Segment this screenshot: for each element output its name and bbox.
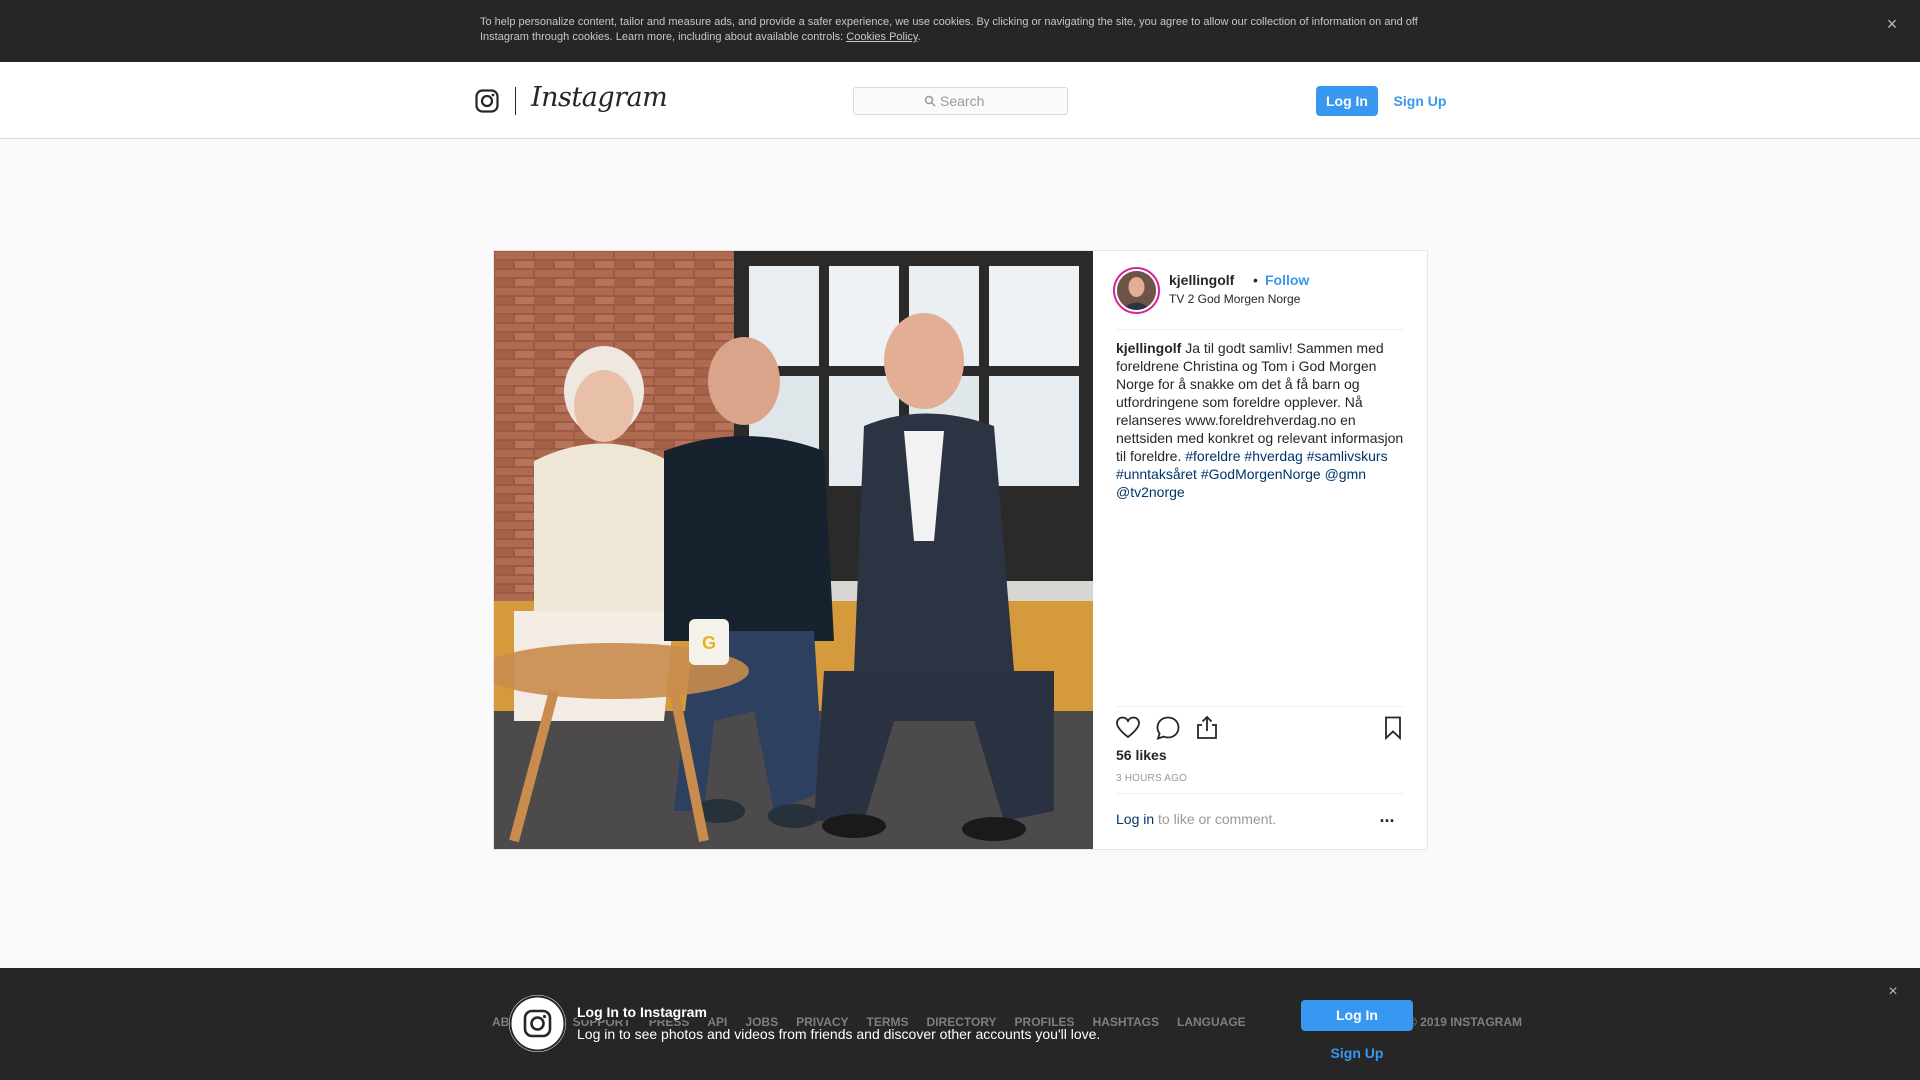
divider (1116, 793, 1403, 794)
separator-dot: • (1253, 272, 1258, 288)
hashtag-link[interactable]: #hverdag (1244, 448, 1302, 464)
search-input[interactable] (940, 92, 1060, 110)
post-sidebar: kjellingolf • Follow TV 2 God Morgen Nor… (1093, 251, 1428, 849)
mention-link[interactable]: @tv2norge (1116, 484, 1185, 500)
hashtag-link[interactable]: #GodMorgenNorge (1201, 466, 1321, 482)
mention-link[interactable]: @gmn (1325, 466, 1366, 482)
close-icon[interactable]: × (1882, 14, 1902, 34)
post-timestamp[interactable]: 3 HOURS AGO (1116, 773, 1187, 784)
more-options-icon[interactable]: ... (1375, 807, 1399, 827)
cookie-banner: To help personalize content, tailor and … (0, 0, 1920, 62)
cookie-period: . (917, 31, 921, 43)
post-image: G (494, 251, 1093, 849)
login-bar-title: Log In to Instagram (577, 1004, 711, 1020)
cookie-message: To help personalize content, tailor and … (480, 16, 1418, 43)
comment-icon[interactable] (1154, 714, 1182, 742)
cookies-policy-link[interactable]: Cookies Policy (846, 31, 917, 43)
caption-text: Ja til godt samliv! Sammen med foreldren… (1116, 340, 1404, 464)
close-icon[interactable]: × (1883, 982, 1903, 1002)
login-bar-signup-button[interactable]: Sign Up (1301, 1041, 1413, 1065)
post-photo[interactable]: G (494, 251, 1093, 849)
search-box[interactable] (853, 87, 1068, 115)
avatar[interactable] (1113, 267, 1160, 314)
login-bar: ABOUT USSUPPORTPRESSAPIJOBSPRIVACYTERMSD… (0, 968, 1920, 1080)
footer-link[interactable]: LANGUAGE (1177, 1015, 1246, 1029)
avatar-image (1117, 271, 1156, 310)
divider (1116, 706, 1403, 707)
instagram-wordmark[interactable]: Instagram (531, 82, 668, 113)
svg-text:G: G (702, 633, 716, 653)
divider (1116, 329, 1403, 330)
copyright: © 2019 INSTAGRAM (1408, 1015, 1522, 1029)
signup-button[interactable]: Sign Up (1390, 86, 1450, 116)
post-caption: kjellingolf Ja til godt samliv! Sammen m… (1116, 339, 1406, 501)
login-to-comment: Log in to like or comment. (1116, 811, 1276, 827)
post-username[interactable]: kjellingolf (1169, 272, 1234, 288)
share-icon[interactable] (1193, 714, 1221, 742)
hashtag-link[interactable]: #unntaksåret (1116, 466, 1197, 482)
instagram-logo-icon (509, 995, 566, 1052)
caption-username[interactable]: kjellingolf (1116, 340, 1181, 356)
cookie-text: To help personalize content, tailor and … (480, 15, 1440, 45)
login-comment-text: to like or comment. (1154, 811, 1277, 827)
hashtag-link[interactable]: #samlivskurs (1307, 448, 1388, 464)
login-link[interactable]: Log in (1116, 811, 1154, 827)
bookmark-icon[interactable] (1379, 714, 1407, 742)
instagram-camera-icon[interactable] (475, 89, 499, 113)
login-button[interactable]: Log In (1316, 86, 1378, 116)
search-icon (924, 95, 936, 107)
hashtag-link[interactable]: #foreldre (1185, 448, 1240, 464)
login-bar-login-button[interactable]: Log In (1301, 1000, 1413, 1031)
login-bar-subtitle: Log in to see photos and videos from fri… (577, 1026, 1105, 1042)
heart-icon[interactable] (1114, 714, 1142, 742)
logo-divider (515, 87, 516, 115)
top-header: Instagram Log In Sign Up (0, 62, 1920, 139)
likes-count[interactable]: 56 likes (1116, 747, 1167, 763)
post-location[interactable]: TV 2 God Morgen Norge (1169, 292, 1300, 306)
follow-button[interactable]: Follow (1265, 272, 1309, 288)
post-card: G kjellingolf • Follow TV 2 God Morgen N… (493, 250, 1428, 850)
